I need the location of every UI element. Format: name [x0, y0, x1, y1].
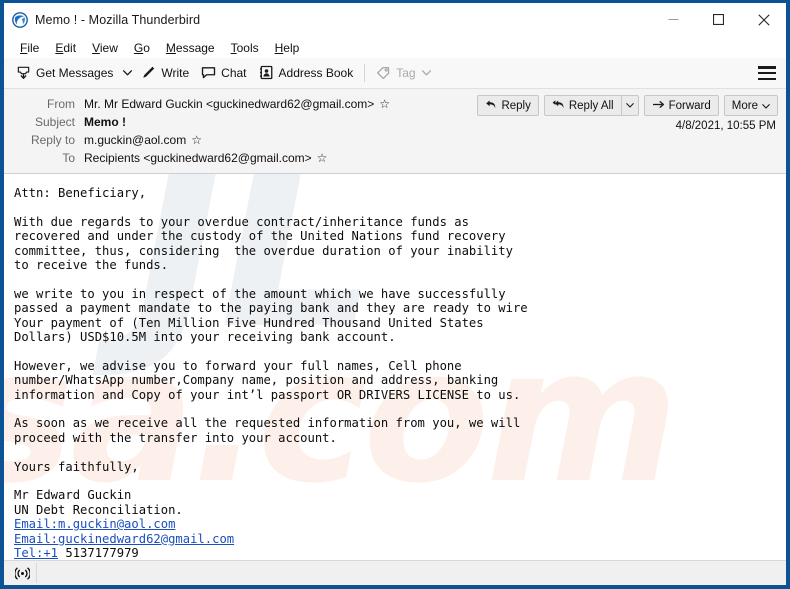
reply-to-label: Reply to — [30, 133, 75, 147]
tag-label: Tag — [396, 66, 416, 80]
menu-tools[interactable]: Tools — [223, 39, 267, 57]
reply-button[interactable]: Reply — [477, 95, 539, 116]
reply-label: Reply — [501, 99, 531, 112]
message-body-text: Attn: Beneficiary, With due regards to y… — [14, 186, 786, 560]
from-label: From — [47, 97, 75, 111]
menu-go[interactable]: Go — [126, 39, 158, 57]
menu-bar: File Edit View Go Message Tools Help — [4, 37, 786, 58]
from-value: Mr. Mr Edward Guckin <guckinedward62@gma… — [84, 97, 375, 111]
get-messages-dropdown[interactable] — [119, 61, 135, 85]
message-date: 4/8/2021, 10:55 PM — [675, 120, 776, 132]
body-tel-link[interactable]: Tel:+1 — [14, 546, 58, 560]
body-line: Yours faithfully, — [14, 459, 139, 474]
tag-button[interactable]: Tag — [370, 61, 438, 85]
chat-bubble-icon — [201, 65, 217, 81]
forward-label: Forward — [668, 99, 711, 112]
message-header: From Mr. Mr Edward Guckin <guckinedward6… — [4, 89, 786, 174]
tag-icon — [376, 65, 392, 81]
status-bar — [4, 560, 786, 585]
window-controls — [651, 3, 786, 36]
from-star-icon[interactable]: ☆ — [379, 98, 390, 110]
body-email-link[interactable]: Email:guckinedward62@gmail.com — [14, 532, 234, 546]
write-label: Write — [161, 66, 190, 80]
inbox-download-icon — [16, 65, 32, 81]
thunderbird-window: Memo ! - Mozilla Thunderbird File Edit Vie… — [0, 0, 790, 589]
body-line: passed a payment mandate to the paying b… — [14, 301, 528, 316]
get-messages-button[interactable]: Get Messages — [10, 61, 119, 85]
to-value: Recipients <guckinedward62@gmail.com> — [84, 151, 312, 165]
reply-arrow-icon — [485, 99, 497, 113]
get-messages-label: Get Messages — [36, 66, 114, 80]
reply-all-arrow-icon — [552, 99, 565, 113]
body-line: committee, thus, considering the overdue… — [14, 243, 513, 258]
tag-dropdown-icon[interactable] — [420, 61, 433, 85]
body-line: As soon as we receive all the requested … — [14, 416, 521, 431]
body-tel-number: 5137177979 — [58, 546, 139, 560]
main-toolbar: Get Messages Write Chat Address Book Tag — [4, 58, 786, 89]
message-actions: Reply Reply All Forward More — [472, 95, 778, 116]
body-line: Your payment of (Ten Million Five Hundre… — [14, 315, 484, 330]
body-email-link[interactable]: Email:m.guckin@aol.com — [14, 517, 175, 531]
from-value-wrap: Mr. Mr Edward Guckin <guckinedward62@gma… — [84, 95, 390, 113]
thunderbird-logo-icon — [12, 11, 28, 28]
address-book-label: Address Book — [278, 66, 354, 80]
body-line: recovered and under the custody of the U… — [14, 229, 506, 244]
body-line: Dollars) USD$10.5M into your receiving b… — [14, 329, 396, 344]
address-book-button[interactable]: Address Book — [253, 61, 360, 85]
message-body: JL sa.com Attn: Beneficiary, With due re… — [4, 173, 786, 560]
reply-all-group: Reply All — [543, 95, 639, 116]
chat-label: Chat — [221, 66, 247, 80]
menu-message[interactable]: Message — [158, 39, 223, 57]
to-star-icon[interactable]: ☆ — [317, 152, 328, 164]
close-button[interactable] — [741, 3, 786, 36]
reply-to-value: m.guckin@aol.com — [84, 133, 187, 147]
body-line: However, we advise you to forward your f… — [14, 358, 462, 373]
reply-to-value-wrap: m.guckin@aol.com ☆ — [84, 131, 202, 149]
body-line: we write to you in respect of the amount… — [14, 286, 506, 301]
body-line: Attn: Beneficiary, — [14, 185, 147, 200]
write-button[interactable]: Write — [135, 61, 195, 85]
body-line: Mr Edward Guckin — [14, 488, 132, 503]
header-row-to: To Recipients <guckinedward62@gmail.com>… — [12, 149, 778, 167]
body-line: proceed with the transfer into your acco… — [14, 430, 337, 445]
body-line: number/WhatsApp number,Company name, pos… — [14, 373, 499, 388]
menu-edit[interactable]: Edit — [47, 39, 84, 57]
header-row-reply-to: Reply to m.guckin@aol.com ☆ — [12, 131, 778, 149]
subject-label: Subject — [34, 115, 75, 129]
to-value-wrap: Recipients <guckinedward62@gmail.com> ☆ — [84, 149, 327, 167]
rss-broadcast-icon[interactable] — [8, 563, 37, 583]
address-book-icon — [259, 65, 275, 81]
forward-arrow-icon — [652, 99, 665, 113]
body-line: UN Debt Reconciliation. — [14, 502, 183, 517]
title-bar: Memo ! - Mozilla Thunderbird — [4, 3, 786, 37]
title-bar-left: Memo ! - Mozilla Thunderbird — [4, 11, 201, 28]
body-line: With due regards to your overdue contrac… — [14, 214, 469, 229]
window-title: Memo ! - Mozilla Thunderbird — [35, 12, 201, 27]
more-label: More — [731, 99, 758, 112]
menu-file[interactable]: File — [12, 39, 47, 57]
pencil-icon — [141, 65, 157, 81]
body-line: information and Copy of your int’l passp… — [14, 387, 521, 402]
menu-view[interactable]: View — [84, 39, 126, 57]
hamburger-menu-icon[interactable] — [758, 66, 776, 80]
to-label: To — [62, 151, 75, 165]
maximize-button[interactable] — [696, 3, 741, 36]
reply-all-dropdown[interactable] — [621, 95, 639, 116]
reply-all-label: Reply All — [568, 99, 614, 112]
menu-help[interactable]: Help — [267, 39, 308, 57]
more-button[interactable]: More — [723, 95, 778, 116]
reply-all-button[interactable]: Reply All — [543, 95, 622, 116]
more-chevron-down-icon — [762, 100, 770, 112]
forward-button[interactable]: Forward — [643, 95, 719, 116]
toolbar-separator — [364, 64, 366, 82]
body-line: to receive the funds. — [14, 257, 169, 272]
reply-to-star-icon[interactable]: ☆ — [191, 134, 202, 146]
subject-value: Memo ! — [84, 115, 126, 129]
chat-button[interactable]: Chat — [195, 61, 252, 85]
minimize-button[interactable] — [651, 3, 696, 36]
